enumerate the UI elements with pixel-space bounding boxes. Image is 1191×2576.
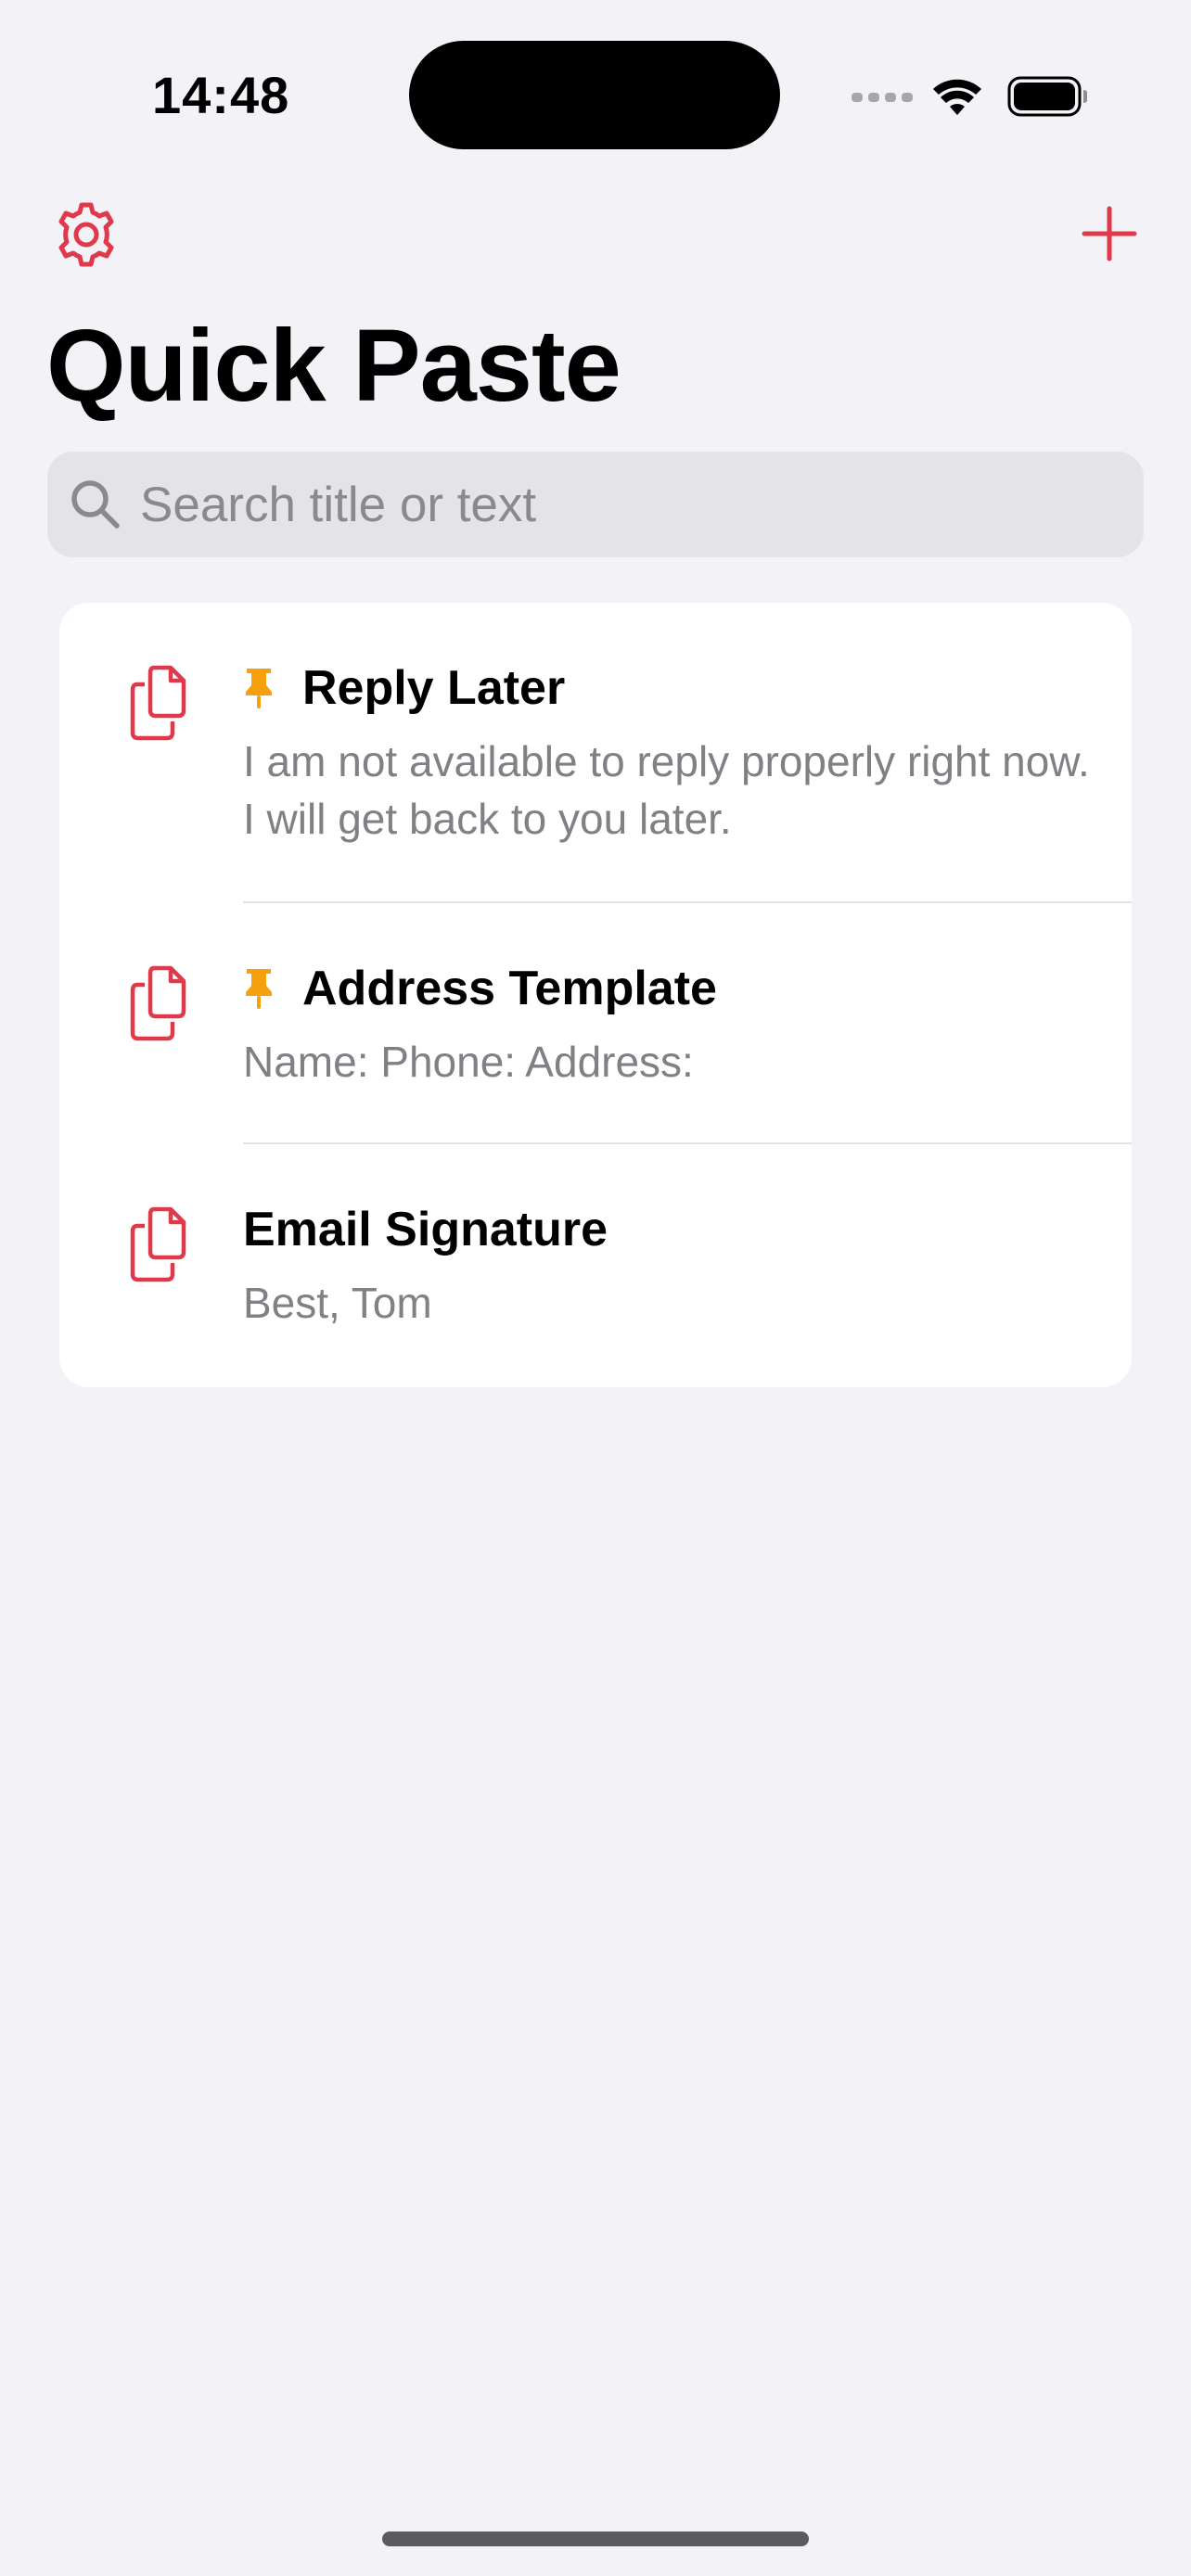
documents-icon: [130, 665, 186, 741]
page-title: Quick Paste: [46, 309, 621, 423]
battery-icon: [1007, 76, 1087, 117]
item-text: I am not available to reply properly rig…: [243, 737, 1090, 843]
item-title: Reply Later: [302, 661, 566, 715]
snippet-list: Reply Later I am not available to reply …: [59, 603, 1132, 1387]
status-time: 14:48: [152, 66, 290, 124]
pin-icon: [246, 969, 272, 1009]
plus-icon: [1082, 206, 1137, 261]
cellular-signal-icon: [852, 93, 913, 102]
search-input[interactable]: [138, 475, 1116, 534]
list-item[interactable]: Email Signature Best, Tom: [59, 1144, 1132, 1387]
list-item[interactable]: Address Template Name: Phone: Address:: [59, 903, 1132, 1144]
item-text: Name: Phone: Address:: [243, 1038, 694, 1086]
item-title: Email Signature: [243, 1203, 608, 1256]
add-button[interactable]: [1072, 197, 1146, 271]
item-text: Best, Tom: [243, 1279, 432, 1327]
dynamic-island: [409, 41, 780, 149]
wifi-icon: [933, 79, 981, 115]
documents-icon: [130, 1206, 186, 1282]
home-indicator[interactable]: [382, 2531, 809, 2546]
search-bar[interactable]: [47, 452, 1144, 557]
item-title: Address Template: [302, 962, 717, 1015]
settings-button[interactable]: [46, 195, 126, 274]
list-item[interactable]: Reply Later I am not available to reply …: [59, 603, 1132, 903]
status-icons: [852, 76, 1087, 117]
documents-icon: [130, 965, 186, 1041]
search-icon: [71, 480, 120, 529]
pin-icon: [246, 669, 272, 708]
gear-icon: [58, 202, 114, 267]
